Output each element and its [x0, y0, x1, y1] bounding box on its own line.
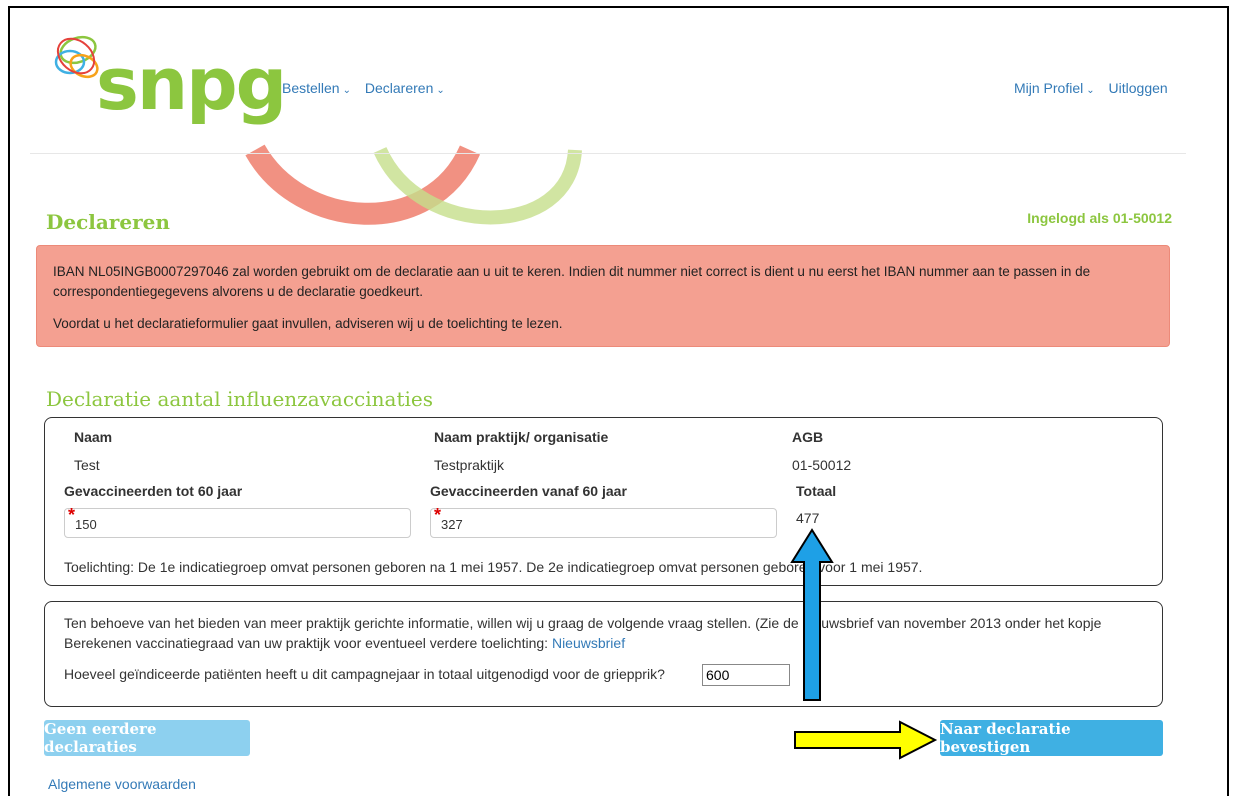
praktijk-value: Testpraktijk: [434, 457, 505, 473]
nieuwsbrief-link[interactable]: Nieuwsbrief: [552, 635, 625, 651]
nav-uitloggen[interactable]: Uitloggen: [1109, 80, 1168, 96]
main-nav: Bestellen ⌄ Declareren ⌄: [282, 80, 455, 96]
tot60-input[interactable]: [75, 517, 351, 532]
invited-count-input[interactable]: [702, 664, 790, 686]
required-asterisk-icon: *: [434, 505, 442, 525]
alert-iban-text: IBAN NL05INGB0007297046 zal worden gebru…: [53, 264, 1091, 299]
terms-link[interactable]: Algemene voorwaarden: [48, 776, 196, 792]
vanaf60-label: Gevaccineerden vanaf 60 jaar: [430, 483, 627, 499]
nav-profile-label: Mijn Profiel: [1014, 80, 1084, 96]
required-asterisk-icon: *: [68, 505, 76, 525]
nav-mijn-profiel[interactable]: Mijn Profiel ⌄: [1014, 80, 1095, 96]
extra-info-text: Ten behoeve van het bieden van meer prak…: [64, 613, 1144, 653]
chevron-down-icon: ⌄: [342, 85, 351, 96]
chevron-down-icon: ⌄: [436, 85, 445, 96]
vanaf60-field[interactable]: *: [430, 505, 777, 538]
previous-declarations-button[interactable]: Geen eerdere declaraties: [44, 720, 250, 756]
alert-advice-text: Voordat u het declaratieformulier gaat i…: [53, 316, 563, 331]
naam-label: Naam: [74, 429, 113, 445]
naam-value: Test: [74, 457, 100, 473]
chevron-down-icon: ⌄: [1086, 85, 1095, 96]
iban-alert: IBAN NL05INGB0007297046 zal worden gebru…: [36, 245, 1170, 347]
invited-question: Hoeveel geïndiceerde patiënten heeft u d…: [64, 666, 665, 682]
vanaf60-input[interactable]: [441, 517, 717, 532]
nav-declareren[interactable]: Declareren ⌄: [365, 80, 445, 96]
brand-name: snpg: [96, 42, 287, 126]
user-nav: Mijn Profiel ⌄ Uitloggen: [1014, 80, 1168, 96]
section-title: Declaratie aantal influenzavaccinaties: [46, 387, 433, 411]
agb-label: AGB: [792, 429, 824, 445]
confirm-declaration-button[interactable]: Naar declaratie bevestigen: [940, 720, 1163, 756]
tot60-label: Gevaccineerden tot 60 jaar: [64, 483, 243, 499]
praktijk-label: Naam praktijk/ organisatie: [434, 429, 609, 445]
tot60-field[interactable]: *: [64, 505, 411, 538]
agb-value: 01-50012: [792, 457, 852, 473]
page-title: Declareren: [46, 210, 170, 234]
totaal-value: 477: [796, 510, 820, 526]
header-divider: [30, 153, 1186, 154]
nav-bestellen-label: Bestellen: [282, 80, 340, 96]
toelichting-text: Toelichting: De 1e indicatiegroep omvat …: [64, 559, 923, 575]
logged-in-status: Ingelogd als 01-50012: [1027, 210, 1172, 226]
nav-bestellen[interactable]: Bestellen ⌄: [282, 80, 351, 96]
nav-declareren-label: Declareren: [364, 80, 434, 96]
totaal-label: Totaal: [796, 483, 837, 499]
